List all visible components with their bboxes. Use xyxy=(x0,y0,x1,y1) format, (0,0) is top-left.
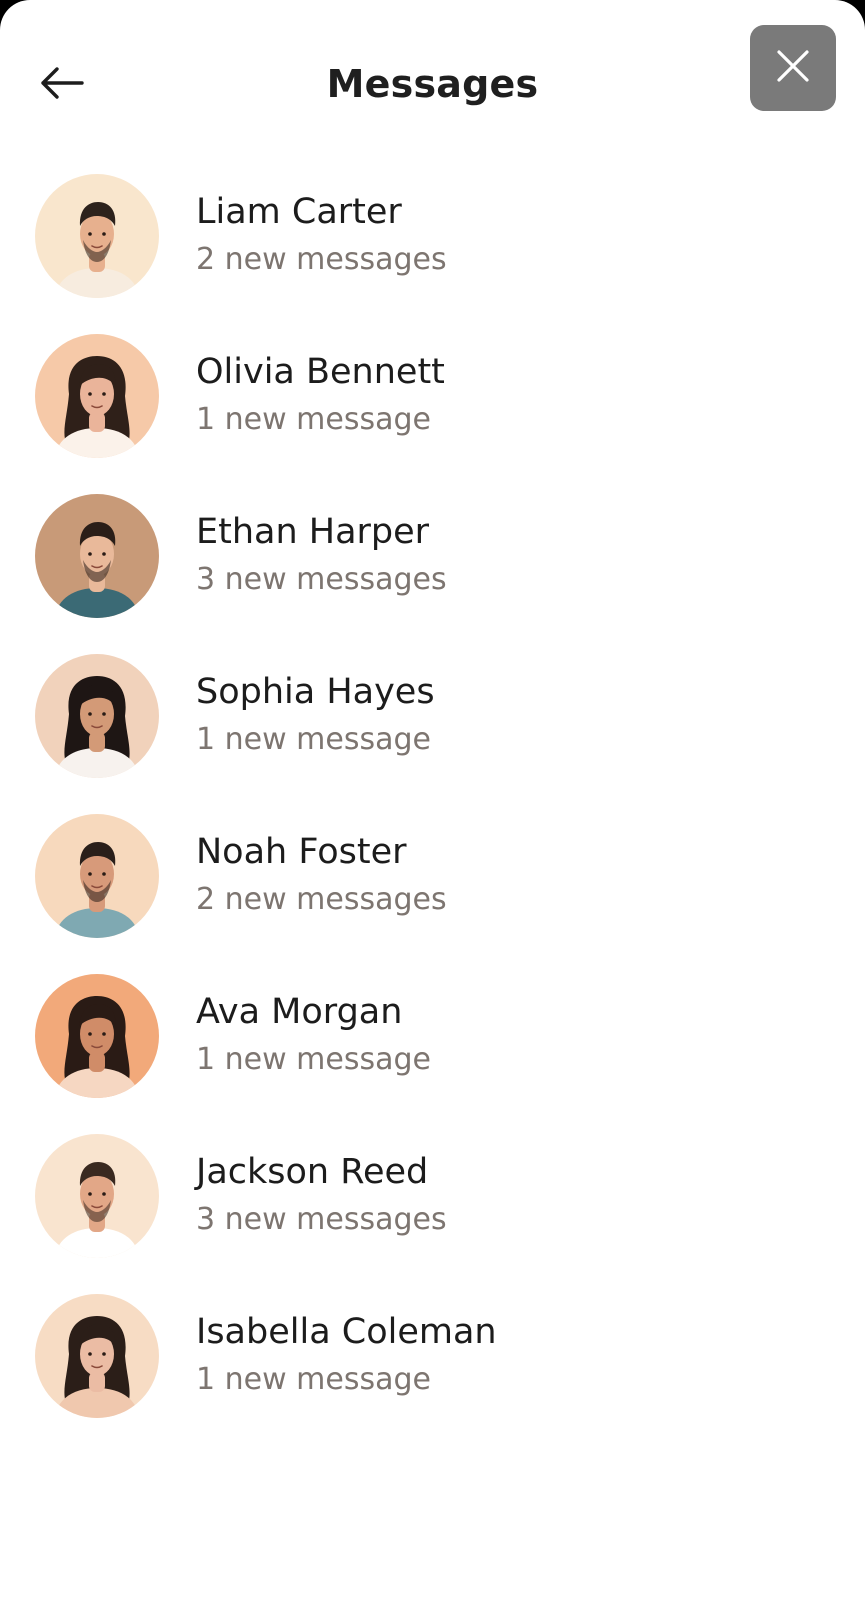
new-message-count: 3 new messages xyxy=(196,1202,447,1237)
contact-item[interactable]: Noah Foster 2 new messages xyxy=(0,810,865,970)
avatar xyxy=(35,1134,159,1258)
avatar xyxy=(35,654,159,778)
contact-name: Sophia Hayes xyxy=(196,672,435,712)
new-message-count: 1 new message xyxy=(196,722,431,757)
close-icon xyxy=(776,49,810,87)
avatar xyxy=(35,974,159,1098)
new-message-count: 1 new message xyxy=(196,1042,431,1077)
contact-item[interactable]: Isabella Coleman 1 new message xyxy=(0,1290,865,1450)
avatar xyxy=(35,334,159,458)
avatar xyxy=(35,174,159,298)
new-message-count: 2 new messages xyxy=(196,242,447,277)
avatar xyxy=(35,1294,159,1418)
contact-name: Ava Morgan xyxy=(196,992,403,1032)
contact-name: Isabella Coleman xyxy=(196,1312,497,1352)
contact-item[interactable]: Liam Carter 2 new messages xyxy=(0,170,865,330)
contact-name: Ethan Harper xyxy=(196,512,430,552)
contact-name: Noah Foster xyxy=(196,832,407,872)
contact-name: Liam Carter xyxy=(196,192,402,232)
new-message-count: 2 new messages xyxy=(196,882,447,917)
contact-item[interactable]: Ethan Harper 3 new messages xyxy=(0,490,865,650)
new-message-count: 1 new message xyxy=(196,402,431,437)
contact-item[interactable]: Olivia Bennett 1 new message xyxy=(0,330,865,490)
new-message-count: 3 new messages xyxy=(196,562,447,597)
header: Messages xyxy=(0,0,865,150)
avatar xyxy=(35,814,159,938)
contact-name: Olivia Bennett xyxy=(196,352,445,392)
page-title: Messages xyxy=(326,62,539,106)
messages-sheet: Messages Liam Carter 2 new messages Oliv… xyxy=(0,0,865,1600)
contact-item[interactable]: Sophia Hayes 1 new message xyxy=(0,650,865,810)
contact-name: Jackson Reed xyxy=(196,1152,429,1192)
close-button[interactable] xyxy=(750,25,836,111)
avatar xyxy=(35,494,159,618)
contact-list: Liam Carter 2 new messages Olivia Bennett… xyxy=(0,170,865,1450)
new-message-count: 1 new message xyxy=(196,1362,431,1397)
contact-item[interactable]: Ava Morgan 1 new message xyxy=(0,970,865,1130)
contact-item[interactable]: Jackson Reed 3 new messages xyxy=(0,1130,865,1290)
